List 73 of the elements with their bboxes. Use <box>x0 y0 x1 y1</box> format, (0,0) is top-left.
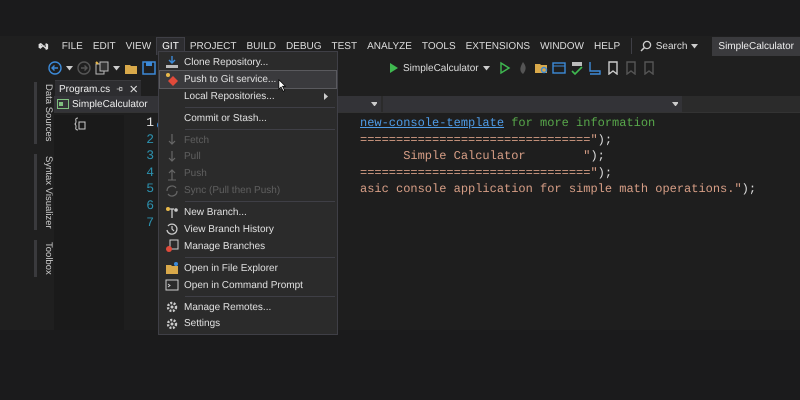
branch-icon <box>165 206 179 220</box>
arrow-up-icon <box>165 166 179 181</box>
caret-icon <box>672 102 678 106</box>
caret-icon[interactable] <box>691 44 698 48</box>
search-button[interactable]: Search <box>640 40 698 52</box>
solution-name: SimpleCalculator <box>712 36 800 56</box>
menu-item[interactable]: Manage Branches <box>160 238 336 255</box>
gear-icon <box>165 300 179 314</box>
line-number: 3 <box>145 148 154 165</box>
menu-item[interactable]: EDIT <box>88 38 121 54</box>
start-button[interactable]: SimpleCalculator <box>389 62 490 74</box>
menu-item[interactable]: TOOLS <box>416 38 461 54</box>
dropdown-arrow-icon[interactable] <box>66 66 73 70</box>
menu-item[interactable]: Commit or Stash... <box>160 110 336 127</box>
git-push-icon <box>165 72 179 86</box>
close-icon[interactable] <box>130 84 137 94</box>
document-tab[interactable]: Program.cs <box>55 80 141 97</box>
caret-icon[interactable] <box>482 66 490 70</box>
folder-search-icon[interactable] <box>534 61 548 75</box>
menu-item[interactable]: Open in File Explorer <box>160 260 336 277</box>
menu-item[interactable]: View Branch History <box>160 221 336 238</box>
code-line: ================================"); <box>360 164 612 182</box>
code-line: asic console application for simple math operations."); <box>360 181 756 198</box>
line-number: 5 <box>145 181 154 198</box>
menu-item[interactable]: Local Repositories... <box>160 88 336 105</box>
menu-item[interactable]: Manage Remotes... <box>160 298 336 316</box>
code-line: ================================"); <box>360 132 612 148</box>
new-project-icon[interactable] <box>95 61 109 75</box>
window-icon[interactable] <box>552 61 566 75</box>
back-icon[interactable] <box>48 61 62 75</box>
dropdown-arrow-icon[interactable] <box>113 66 120 70</box>
menu-item[interactable]: Push to Git service... <box>160 70 336 88</box>
menu-item[interactable]: WINDOW <box>535 38 589 54</box>
menu-item[interactable]: VIEW <box>120 38 156 54</box>
play-icon <box>389 62 399 74</box>
mouse-pointer-icon <box>278 79 287 92</box>
menu-item[interactable]: Clone Repository... <box>160 54 336 71</box>
save-icon[interactable] <box>142 61 156 75</box>
menu-item[interactable]: EXTENSIONS <box>460 38 536 54</box>
line-number: 4 <box>145 164 154 182</box>
menu-item[interactable]: TEST <box>326 38 362 54</box>
history-icon <box>165 222 179 236</box>
settings-icon <box>165 316 179 331</box>
project-name: SimpleCalculator <box>72 98 148 110</box>
menu-item[interactable]: FILE <box>56 38 88 54</box>
search-icon <box>640 40 652 52</box>
sync-icon <box>165 184 179 198</box>
menu-item[interactable]: Settings <box>160 315 336 332</box>
menu-item[interactable]: BUILD <box>242 38 281 54</box>
line-number: 7 <box>145 214 154 232</box>
spellcheck-icon[interactable] <box>570 61 584 75</box>
code-line: Simple Calculator "); <box>402 148 605 165</box>
line-number: 1 <box>145 115 154 132</box>
line-number: 2 <box>145 132 154 148</box>
csharp-project-icon <box>57 99 69 109</box>
folder-icon <box>165 261 179 276</box>
line-number: 6 <box>145 198 154 215</box>
pin-icon[interactable] <box>116 84 124 94</box>
download-icon <box>165 55 179 70</box>
menu-item[interactable]: ANALYZE <box>362 38 417 54</box>
caret-icon <box>371 102 377 106</box>
tab-title: Program.cs <box>59 84 110 94</box>
menu-item[interactable]: New Branch... <box>160 204 336 222</box>
menu-item[interactable]: PROJECT <box>184 38 242 54</box>
menu-item[interactable]: HELP <box>589 38 626 54</box>
play-outline-icon[interactable] <box>498 61 512 75</box>
menu-item[interactable]: Open in Command Prompt <box>160 276 336 294</box>
code-line: new-console-template for more information <box>360 115 656 132</box>
terminal-icon <box>165 278 179 292</box>
namespace-icon <box>74 117 86 131</box>
menu-item[interactable]: DEBUG <box>280 38 327 54</box>
code-link[interactable]: new-console-template <box>360 116 504 130</box>
bookmark-icon[interactable] <box>606 61 620 75</box>
